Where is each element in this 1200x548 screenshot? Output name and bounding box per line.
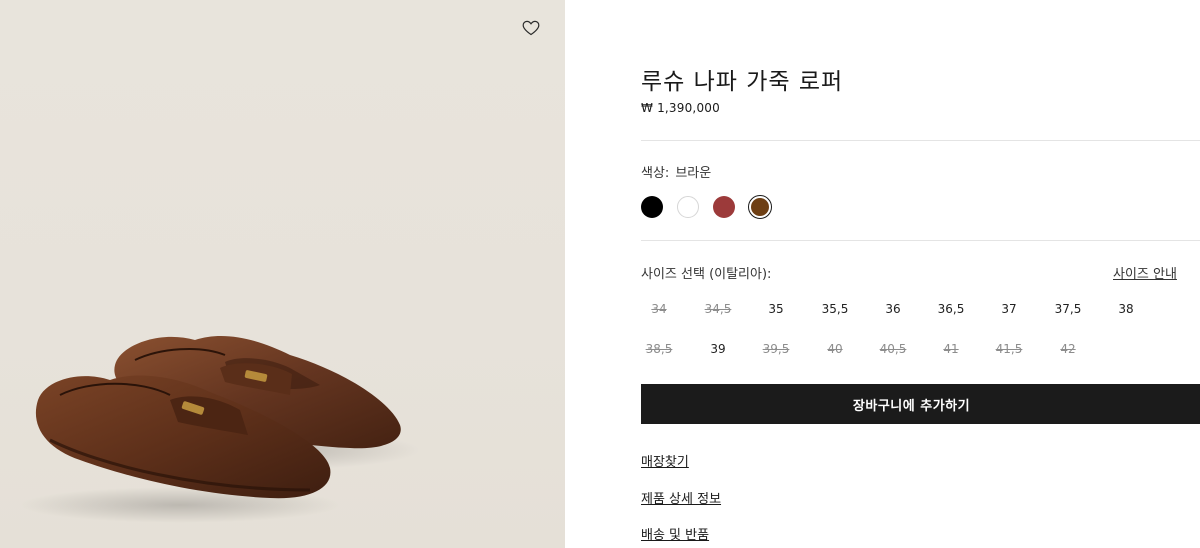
wishlist-heart-icon[interactable] — [520, 17, 542, 39]
size-option[interactable]: 37 — [989, 302, 1029, 316]
size-option[interactable]: 40,5 — [873, 342, 913, 356]
size-option[interactable]: 39,5 — [756, 342, 796, 356]
store-finder-link[interactable]: 매장찾기 — [641, 451, 689, 470]
product-image-panel — [0, 0, 565, 548]
size-option[interactable]: 39 — [698, 342, 738, 356]
size-option[interactable]: 34,5 — [698, 302, 738, 316]
size-select-label: 사이즈 선택 (이탈리아): — [641, 267, 772, 282]
add-to-cart-button[interactable]: 장바구니에 추가하기 — [641, 384, 1200, 424]
size-option[interactable]: 34 — [639, 302, 679, 316]
size-option[interactable]: 38,5 — [639, 342, 679, 356]
size-option[interactable]: 37,5 — [1048, 302, 1088, 316]
size-guide-link[interactable]: 사이즈 안내 — [1113, 263, 1177, 282]
product-photo-loafers — [20, 335, 420, 523]
size-option[interactable]: 42 — [1048, 342, 1088, 356]
size-option[interactable]: 41 — [931, 342, 971, 356]
shipping-returns-link[interactable]: 배송 및 반품 — [641, 524, 709, 543]
size-option[interactable]: 36 — [873, 302, 913, 316]
divider — [641, 240, 1200, 241]
size-option[interactable]: 40 — [815, 342, 855, 356]
color-swatch-red[interactable] — [713, 196, 735, 218]
size-option[interactable]: 38 — [1106, 302, 1146, 316]
product-details-panel: 루슈 나파 가죽 로퍼 ₩ 1,390,000 색상: 브라운 사이즈 선택 (이… — [641, 0, 1200, 548]
product-title: 루슈 나파 가죽 로퍼 — [641, 69, 844, 95]
size-option[interactable]: 35 — [756, 302, 796, 316]
product-details-link[interactable]: 제품 상세 정보 — [641, 488, 721, 507]
divider — [641, 140, 1200, 141]
color-label: 색상: 브라운 — [641, 162, 711, 181]
color-swatch-black[interactable] — [641, 196, 663, 218]
color-swatch-brown[interactable] — [748, 195, 772, 219]
color-label-text: 색상: — [641, 166, 670, 181]
product-price: ₩ 1,390,000 — [641, 101, 720, 115]
color-swatch-white[interactable] — [677, 196, 699, 218]
size-options: 34 34,5 35 35,5 36 36,5 37 37,5 38 38,5 39 39,5 40 40… — [641, 300, 1200, 360]
size-option[interactable]: 35,5 — [815, 302, 855, 316]
size-option[interactable]: 41,5 — [989, 342, 1029, 356]
size-option[interactable]: 36,5 — [931, 302, 971, 316]
selected-color-name: 브라운 — [675, 166, 712, 181]
